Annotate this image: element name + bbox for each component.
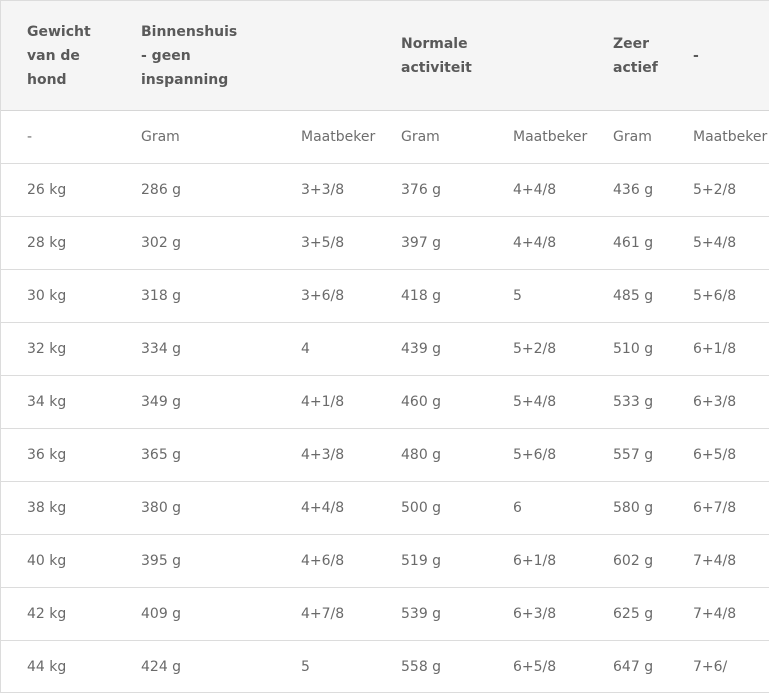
- indoor-gram-cell: 334 g: [115, 322, 275, 376]
- table-row: 36 kg 365 g 4+3/8 480 g 5+6/8 557 g 6+5/8: [1, 428, 769, 482]
- header-normal-activity: Normale activiteit: [375, 1, 588, 111]
- indoor-gram-cell: 318 g: [115, 269, 275, 323]
- normal-cup-cell: 4+4/8: [487, 163, 588, 217]
- weight-cell: 26 kg: [1, 163, 115, 217]
- weight-cell: 34 kg: [1, 375, 115, 429]
- weight-cell: 44 kg: [1, 640, 115, 692]
- active-cup-cell: 6+1/8: [667, 322, 769, 376]
- active-cup-cell: 6+3/8: [667, 375, 769, 429]
- weight-cell: 36 kg: [1, 428, 115, 482]
- table-row: 32 kg 334 g 4 439 g 5+2/8 510 g 6+1/8: [1, 322, 769, 376]
- indoor-gram-cell: 302 g: [115, 216, 275, 270]
- table-body: - Gram Maatbeker Gram Maatbeker Gram Maa…: [1, 110, 769, 692]
- active-gram-cell: 602 g: [587, 534, 668, 588]
- subheader-row: - Gram Maatbeker Gram Maatbeker Gram Maa…: [1, 110, 769, 164]
- active-cup-cell: 5+2/8: [667, 163, 769, 217]
- normal-gram-cell: 519 g: [375, 534, 487, 588]
- normal-gram-cell: 480 g: [375, 428, 487, 482]
- table-row: 28 kg 302 g 3+5/8 397 g 4+4/8 461 g 5+4/8: [1, 216, 769, 270]
- indoor-cup-cell: 4+4/8: [275, 481, 375, 535]
- feeding-table-container: Gewicht van de hond Binnenshuis - geen i…: [0, 0, 769, 693]
- weight-cell: 32 kg: [1, 322, 115, 376]
- active-cup-cell: 7+4/8: [667, 534, 769, 588]
- subheader-cell: -: [1, 110, 115, 164]
- weight-cell: 42 kg: [1, 587, 115, 641]
- active-gram-cell: 625 g: [587, 587, 668, 641]
- normal-cup-cell: 6+1/8: [487, 534, 588, 588]
- feeding-table: Gewicht van de hond Binnenshuis - geen i…: [1, 1, 769, 692]
- indoor-cup-cell: 3+5/8: [275, 216, 375, 270]
- indoor-cup-cell: 4+7/8: [275, 587, 375, 641]
- normal-gram-cell: 397 g: [375, 216, 487, 270]
- indoor-gram-cell: 286 g: [115, 163, 275, 217]
- active-cup-cell: 6+7/8: [667, 481, 769, 535]
- normal-cup-cell: 5: [487, 269, 588, 323]
- active-cup-cell: 7+6/: [667, 640, 769, 692]
- indoor-gram-cell: 409 g: [115, 587, 275, 641]
- normal-cup-cell: 5+4/8: [487, 375, 588, 429]
- subheader-cell: Gram: [115, 110, 275, 164]
- weight-cell: 38 kg: [1, 481, 115, 535]
- active-cup-cell: 7+4/8: [667, 587, 769, 641]
- normal-gram-cell: 500 g: [375, 481, 487, 535]
- active-gram-cell: 647 g: [587, 640, 668, 692]
- normal-cup-cell: 6+3/8: [487, 587, 588, 641]
- normal-cup-cell: 6+5/8: [487, 640, 588, 692]
- subheader-cell: Gram: [587, 110, 668, 164]
- active-gram-cell: 557 g: [587, 428, 668, 482]
- active-cup-cell: 6+5/8: [667, 428, 769, 482]
- weight-cell: 28 kg: [1, 216, 115, 270]
- indoor-gram-cell: 349 g: [115, 375, 275, 429]
- indoor-cup-cell: 4: [275, 322, 375, 376]
- subheader-cell: Gram: [375, 110, 487, 164]
- weight-cell: 30 kg: [1, 269, 115, 323]
- indoor-gram-cell: 395 g: [115, 534, 275, 588]
- normal-gram-cell: 539 g: [375, 587, 487, 641]
- active-gram-cell: 485 g: [587, 269, 668, 323]
- normal-gram-cell: 418 g: [375, 269, 487, 323]
- subheader-cell: Maatbeker: [275, 110, 375, 164]
- normal-cup-cell: 5+6/8: [487, 428, 588, 482]
- header-row: Gewicht van de hond Binnenshuis - geen i…: [1, 1, 769, 111]
- active-gram-cell: 510 g: [587, 322, 668, 376]
- normal-gram-cell: 460 g: [375, 375, 487, 429]
- subheader-cell: Maatbeker: [667, 110, 769, 164]
- indoor-gram-cell: 380 g: [115, 481, 275, 535]
- indoor-gram-cell: 424 g: [115, 640, 275, 692]
- table-row: 38 kg 380 g 4+4/8 500 g 6 580 g 6+7/8: [1, 481, 769, 535]
- active-gram-cell: 436 g: [587, 163, 668, 217]
- header-extra: -: [667, 1, 769, 111]
- normal-cup-cell: 6: [487, 481, 588, 535]
- active-gram-cell: 533 g: [587, 375, 668, 429]
- active-gram-cell: 580 g: [587, 481, 668, 535]
- header-indoor: Binnenshuis - geen inspanning: [115, 1, 375, 111]
- table-row: 42 kg 409 g 4+7/8 539 g 6+3/8 625 g 7+4/8: [1, 587, 769, 641]
- normal-cup-cell: 5+2/8: [487, 322, 588, 376]
- active-gram-cell: 461 g: [587, 216, 668, 270]
- table-row: 34 kg 349 g 4+1/8 460 g 5+4/8 533 g 6+3/8: [1, 375, 769, 429]
- normal-gram-cell: 439 g: [375, 322, 487, 376]
- table-row: 40 kg 395 g 4+6/8 519 g 6+1/8 602 g 7+4/8: [1, 534, 769, 588]
- indoor-cup-cell: 4+3/8: [275, 428, 375, 482]
- active-cup-cell: 5+4/8: [667, 216, 769, 270]
- normal-cup-cell: 4+4/8: [487, 216, 588, 270]
- header-weight: Gewicht van de hond: [1, 1, 115, 111]
- indoor-cup-cell: 3+6/8: [275, 269, 375, 323]
- header-very-active: Zeer actief: [587, 1, 668, 111]
- indoor-cup-cell: 3+3/8: [275, 163, 375, 217]
- subheader-cell: Maatbeker: [487, 110, 587, 164]
- weight-cell: 40 kg: [1, 534, 115, 588]
- table-row: 30 kg 318 g 3+6/8 418 g 5 485 g 5+6/8: [1, 269, 769, 323]
- table-header: Gewicht van de hond Binnenshuis - geen i…: [1, 1, 769, 111]
- indoor-gram-cell: 365 g: [115, 428, 275, 482]
- normal-gram-cell: 376 g: [375, 163, 487, 217]
- indoor-cup-cell: 5: [275, 640, 375, 692]
- table-row: 26 kg 286 g 3+3/8 376 g 4+4/8 436 g 5+2/8: [1, 163, 769, 217]
- table-row: 44 kg 424 g 5 558 g 6+5/8 647 g 7+6/: [1, 640, 769, 692]
- normal-gram-cell: 558 g: [375, 640, 487, 692]
- indoor-cup-cell: 4+6/8: [275, 534, 375, 588]
- indoor-cup-cell: 4+1/8: [275, 375, 375, 429]
- active-cup-cell: 5+6/8: [667, 269, 769, 323]
